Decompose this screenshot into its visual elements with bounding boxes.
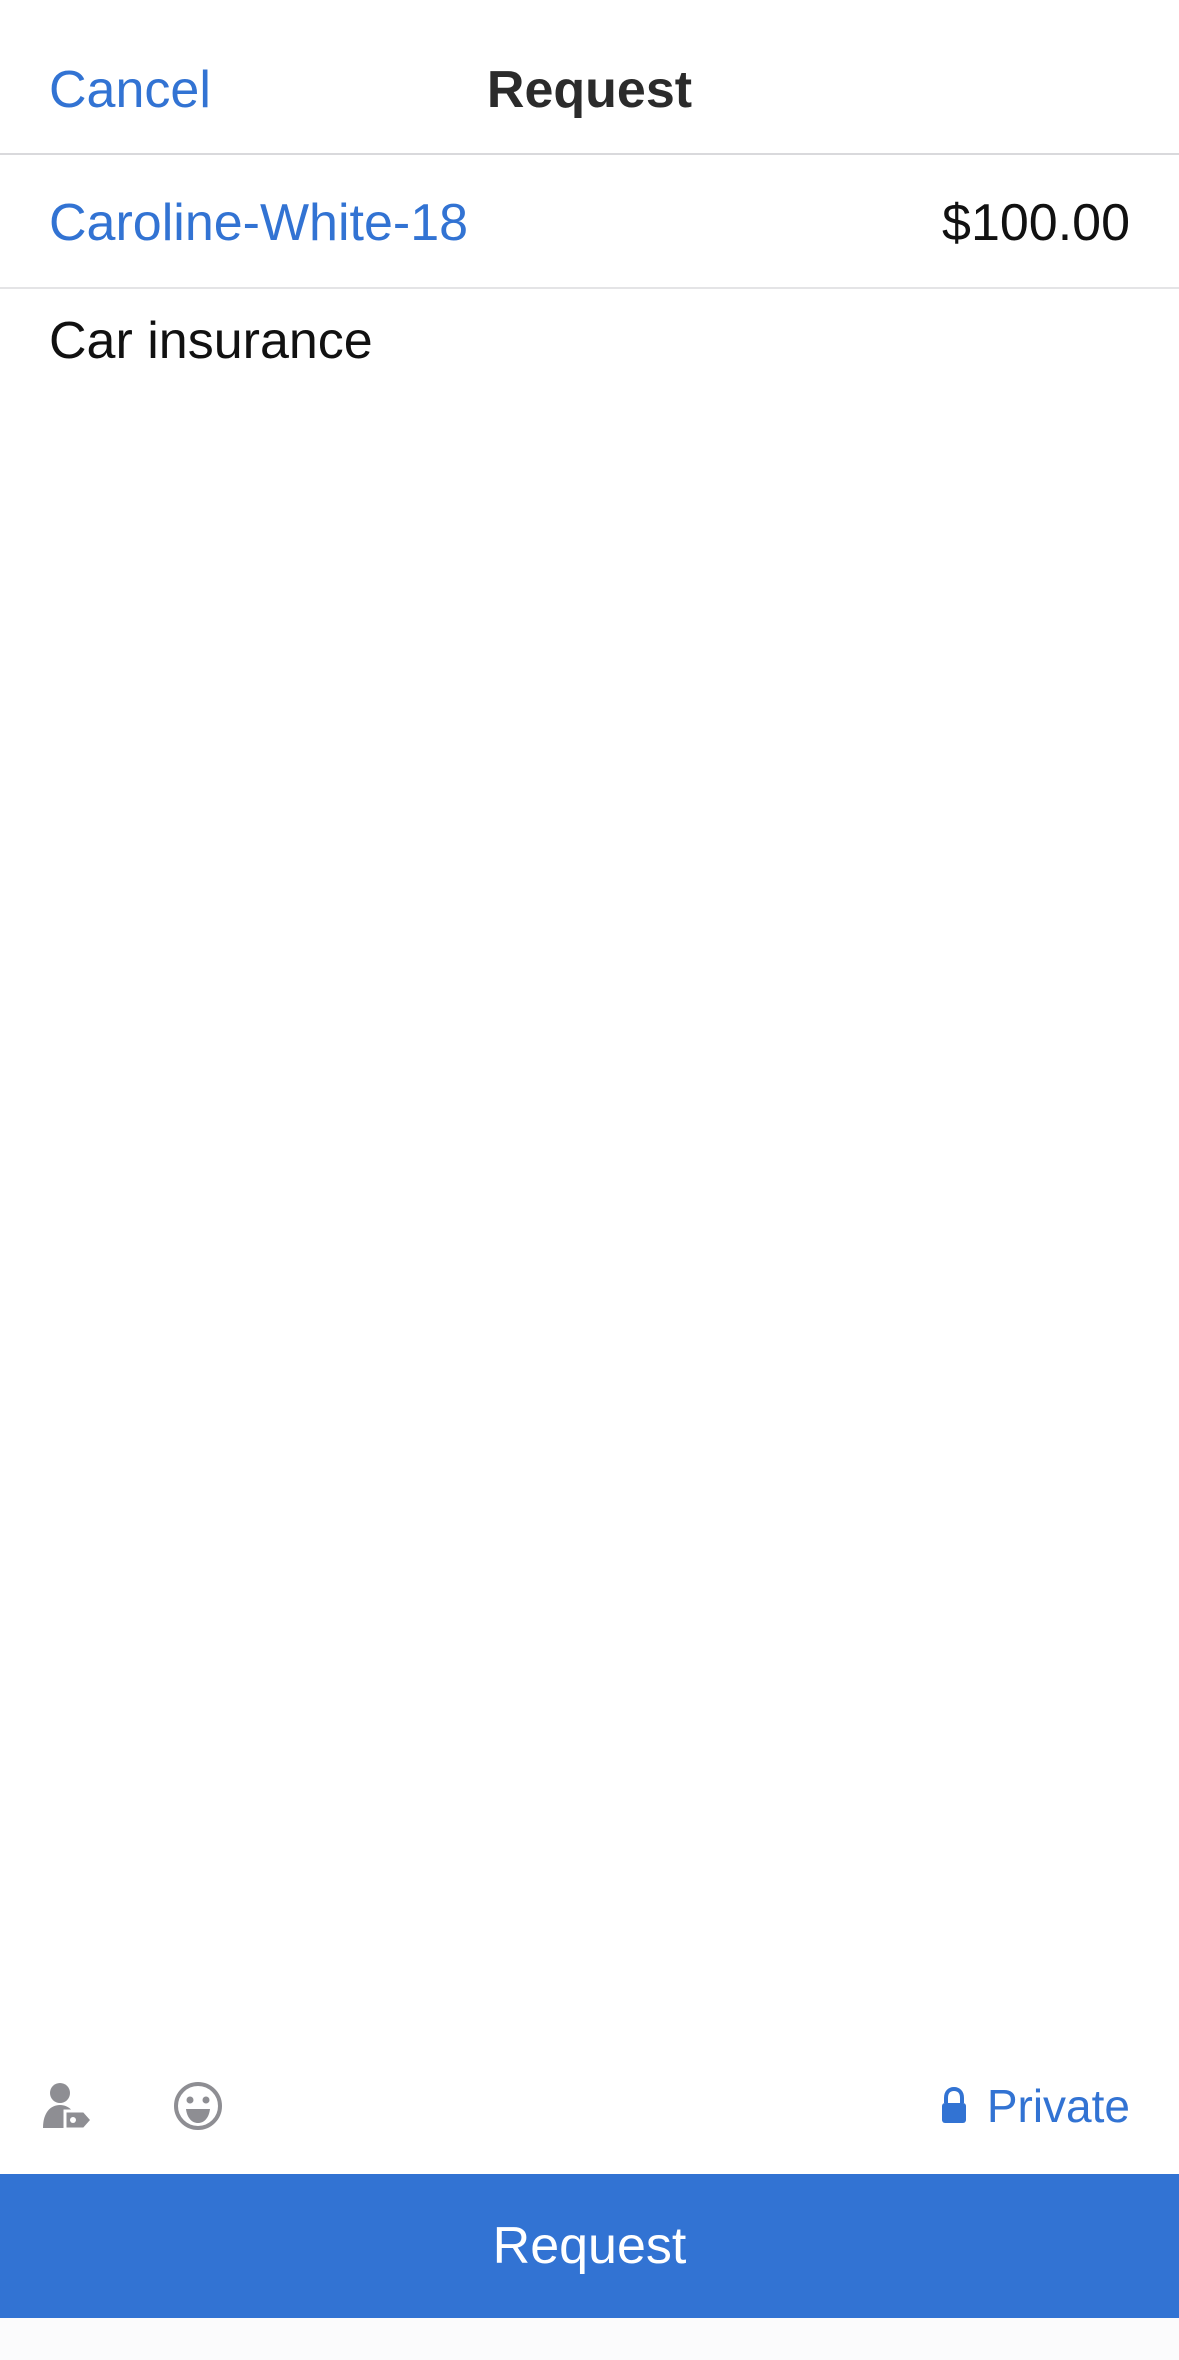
lock-icon [941,2087,966,2123]
navigation-bar: Cancel Request [0,0,1179,155]
request-button[interactable]: Request [0,2174,1179,2318]
emoji-icon[interactable] [170,2078,226,2134]
page-title: Request [486,61,693,119]
compose-toolbar: Private [0,2060,1179,2152]
privacy-selector[interactable]: Private [939,2076,1130,2136]
note-field[interactable]: Car insurance [49,311,1129,2011]
amount-field[interactable]: $100.00 [942,193,1130,253]
home-indicator-area [0,2318,1179,2360]
recipient-row: Caroline-White-18 $100.00 [0,155,1179,289]
recipient-username[interactable]: Caroline-White-18 [49,193,468,253]
tag-person-icon[interactable] [38,2078,94,2134]
privacy-label: Private [986,2080,1130,2132]
request-screen: Cancel Request Caroline-White-18 $100.00… [0,0,1179,2360]
